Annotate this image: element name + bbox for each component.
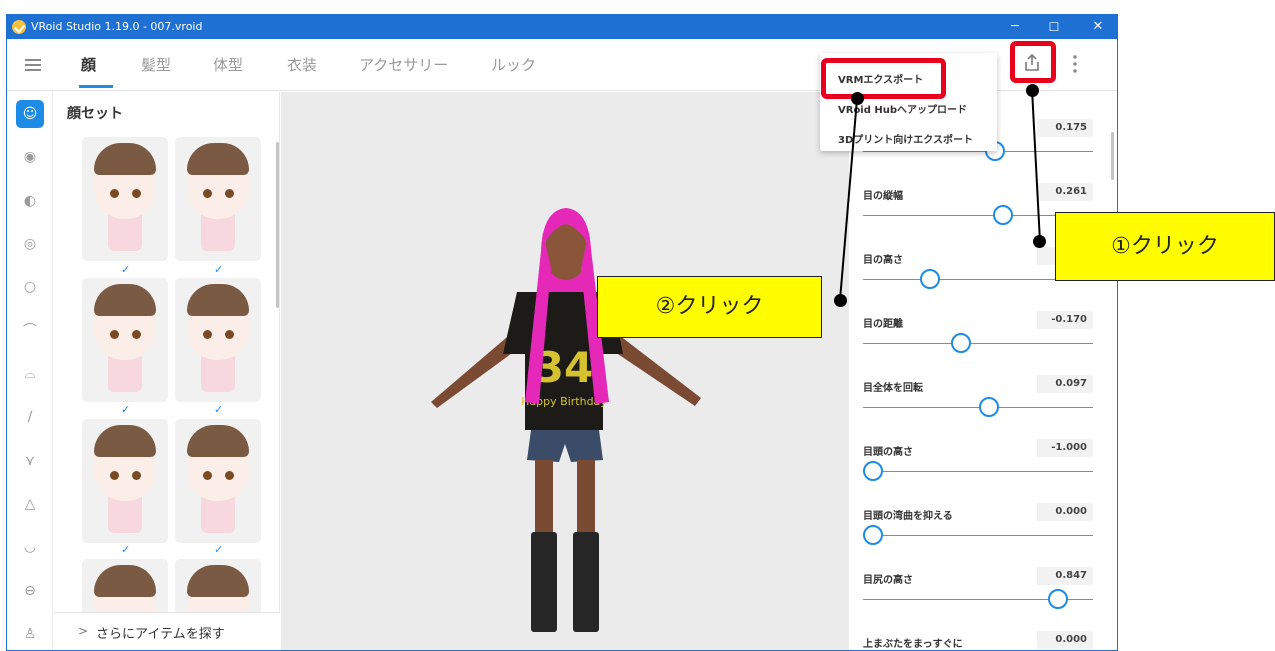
annotation-lines (839, 88, 1041, 301)
annotation-dot (851, 92, 864, 105)
annotation-dot (1026, 84, 1039, 97)
annotation-dot (834, 294, 847, 307)
annotation-dot (1033, 235, 1046, 248)
